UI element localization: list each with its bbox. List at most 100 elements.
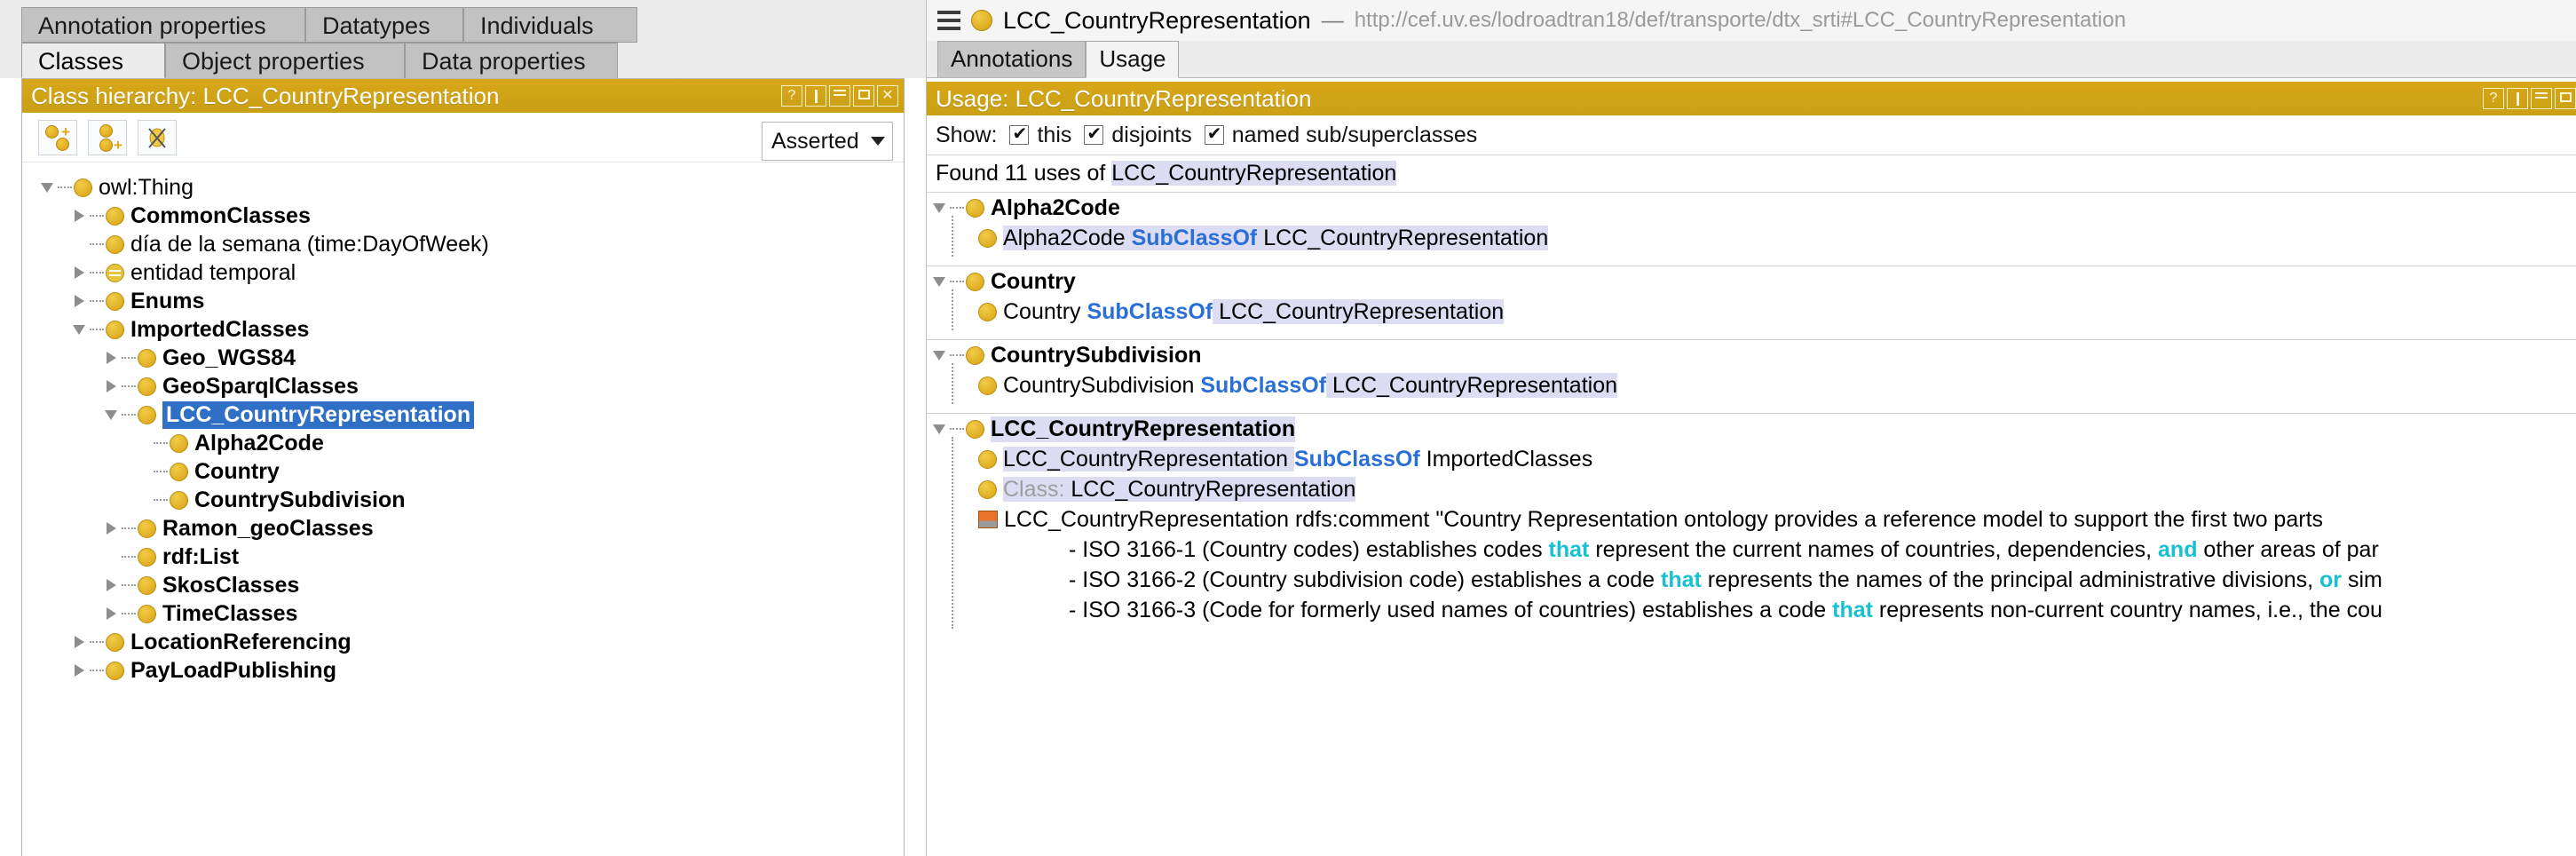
usage-group-header[interactable]: Alpha2Code bbox=[927, 193, 2576, 223]
class-tree-item[interactable]: Geo_WGS84 bbox=[22, 344, 904, 372]
usage-axiom-row[interactable]: Country SubClassOf LCC_CountryRepresenta… bbox=[927, 297, 2576, 327]
usage-minimize-button[interactable] bbox=[2531, 88, 2552, 109]
usage-group: CountrySubdivisionCountrySubdivision Sub… bbox=[927, 340, 2576, 414]
usage-axiom-row[interactable]: Alpha2Code SubClassOf LCC_CountryReprese… bbox=[927, 223, 2576, 253]
menu-icon[interactable] bbox=[937, 6, 960, 35]
entity-pane: LCC_CountryRepresentation — http://cef.u… bbox=[926, 0, 2576, 856]
usage-axiom-row[interactable]: LCC_CountryRepresentation SubClassOf Imp… bbox=[927, 444, 2576, 474]
class-circle-icon bbox=[966, 346, 984, 365]
twisty-closed-icon[interactable] bbox=[70, 291, 90, 311]
twisty-open-icon[interactable] bbox=[38, 178, 58, 197]
tree-connector bbox=[90, 670, 104, 671]
usage-axiom-row[interactable]: CountrySubdivision SubClassOf LCC_Countr… bbox=[927, 370, 2576, 400]
twisty-closed-icon[interactable] bbox=[102, 348, 122, 368]
usage-help-button[interactable]: ? bbox=[2483, 88, 2504, 109]
minimize-button[interactable] bbox=[829, 85, 850, 107]
class-tree-item[interactable]: día de la semana (time:DayOfWeek) bbox=[22, 230, 904, 258]
class-tree-item-label: TimeClasses bbox=[162, 601, 297, 627]
add-subclass-icon[interactable]: + bbox=[38, 120, 77, 155]
usage-axiom-row[interactable]: LCC_CountryRepresentation rdfs:comment "… bbox=[927, 504, 2576, 535]
class-tree-item[interactable]: Alpha2Code bbox=[22, 429, 904, 457]
close-button[interactable]: ✕ bbox=[877, 85, 898, 107]
class-circle-icon bbox=[138, 605, 156, 623]
tab-annotations[interactable]: Annotations bbox=[937, 41, 1086, 77]
tree-connector bbox=[122, 584, 136, 586]
tree-connector bbox=[950, 354, 964, 356]
usage-split-button[interactable] bbox=[2507, 88, 2528, 109]
reasoner-select[interactable]: Asserted bbox=[762, 122, 893, 161]
class-tree[interactable]: owl:ThingCommonClassesdía de la semana (… bbox=[22, 162, 904, 685]
twisty-open-icon[interactable] bbox=[930, 198, 950, 218]
usage-text-fragment: LCC_CountryRepresentation bbox=[1071, 477, 1355, 502]
tree-connector bbox=[950, 281, 964, 282]
class-tree-item[interactable]: ImportedClasses bbox=[22, 315, 904, 344]
usage-text-fragment bbox=[1326, 373, 1332, 398]
usage-text-fragment: CountrySubdivision bbox=[1003, 373, 1200, 398]
usage-results[interactable]: Alpha2CodeAlpha2Code SubClassOf LCC_Coun… bbox=[927, 193, 2576, 814]
split-button[interactable] bbox=[805, 85, 826, 107]
class-tree-item[interactable]: GeoSparqlClasses bbox=[22, 372, 904, 400]
maximize-button[interactable] bbox=[853, 85, 874, 107]
tab-datatypes[interactable]: Datatypes bbox=[305, 7, 463, 43]
twisty-open-icon[interactable] bbox=[930, 272, 950, 291]
twisty-closed-icon[interactable] bbox=[70, 661, 90, 680]
usage-text-fragment: SubClassOf bbox=[1087, 299, 1213, 324]
tab-data-properties[interactable]: Data properties bbox=[405, 43, 618, 78]
twisty-closed-icon[interactable] bbox=[70, 263, 90, 282]
class-tree-item[interactable]: entidad temporal bbox=[22, 258, 904, 287]
twisty-open-icon[interactable] bbox=[930, 345, 950, 365]
class-tree-item[interactable]: Country bbox=[22, 457, 904, 486]
twisty-closed-icon[interactable] bbox=[102, 376, 122, 396]
class-tree-item[interactable]: Enums bbox=[22, 287, 904, 315]
twisty-open-icon[interactable] bbox=[70, 320, 90, 339]
class-tree-item[interactable]: LocationReferencing bbox=[22, 628, 904, 656]
twisty-closed-icon[interactable] bbox=[70, 206, 90, 226]
tab-annotation-properties[interactable]: Annotation properties bbox=[21, 7, 305, 43]
usage-text-fragment: SubClassOf bbox=[1132, 226, 1258, 250]
class-hierarchy-window-controls: ? ✕ bbox=[781, 85, 898, 107]
class-tree-item[interactable]: LCC_CountryRepresentation bbox=[22, 400, 904, 429]
usage-comment-line: - ISO 3166-1 (Country codes) establishes… bbox=[927, 535, 2576, 565]
class-tree-item-label: Enums bbox=[130, 289, 204, 314]
usage-maximize-button[interactable] bbox=[2555, 88, 2576, 109]
checkbox-disjoints[interactable] bbox=[1084, 125, 1103, 145]
add-sibling-icon[interactable]: + bbox=[88, 120, 127, 155]
help-button[interactable]: ? bbox=[781, 85, 802, 107]
usage-panel-header: Usage: LCC_CountryRepresentation ? bbox=[927, 82, 2576, 115]
class-tree-item[interactable]: Ramon_geoClasses bbox=[22, 514, 904, 543]
class-tree-item[interactable]: CommonClasses bbox=[22, 202, 904, 230]
twisty-closed-icon[interactable] bbox=[102, 604, 122, 623]
usage-comment-fragment: represents non-current country names, i.… bbox=[1873, 598, 2382, 622]
class-tree-item[interactable]: TimeClasses bbox=[22, 599, 904, 628]
class-circle-icon bbox=[978, 480, 997, 499]
usage-comment-fragment: sim bbox=[2342, 567, 2382, 592]
twisty-open-icon[interactable] bbox=[930, 419, 950, 439]
twisty-closed-icon[interactable] bbox=[70, 632, 90, 652]
class-tree-item[interactable]: SkosClasses bbox=[22, 571, 904, 599]
class-tree-item[interactable]: PayLoadPublishing bbox=[22, 656, 904, 685]
tab-classes[interactable]: Classes bbox=[21, 43, 165, 78]
twisty-closed-icon[interactable] bbox=[102, 519, 122, 538]
class-circle-icon bbox=[106, 235, 124, 254]
tab-usage[interactable]: Usage bbox=[1086, 41, 1179, 78]
usage-group-header[interactable]: CountrySubdivision bbox=[927, 340, 2576, 370]
class-tree-item[interactable]: CountrySubdivision bbox=[22, 486, 904, 514]
twisty-closed-icon[interactable] bbox=[102, 575, 122, 595]
usage-group-header[interactable]: Country bbox=[927, 266, 2576, 297]
tree-connector bbox=[90, 329, 104, 330]
tree-connector bbox=[154, 471, 168, 472]
usage-text-fragment: SubClassOf bbox=[1200, 373, 1326, 398]
checkbox-named-sub-superclasses[interactable] bbox=[1205, 125, 1224, 145]
entity-header: LCC_CountryRepresentation — http://cef.u… bbox=[927, 0, 2576, 41]
class-circle-icon bbox=[966, 199, 984, 218]
class-tree-item[interactable]: rdf:List bbox=[22, 543, 904, 571]
checkbox-this[interactable] bbox=[1009, 125, 1029, 145]
delete-class-icon[interactable] bbox=[138, 120, 177, 155]
usage-group-header[interactable]: LCC_CountryRepresentation bbox=[927, 414, 2576, 444]
class-tree-item[interactable]: owl:Thing bbox=[22, 173, 904, 202]
usage-axiom-row[interactable]: Class: LCC_CountryRepresentation bbox=[927, 474, 2576, 504]
twisty-open-icon[interactable] bbox=[102, 405, 122, 424]
tab-individuals[interactable]: Individuals bbox=[463, 7, 637, 43]
class-circle-icon bbox=[106, 633, 124, 652]
tab-object-properties[interactable]: Object properties bbox=[165, 43, 405, 78]
